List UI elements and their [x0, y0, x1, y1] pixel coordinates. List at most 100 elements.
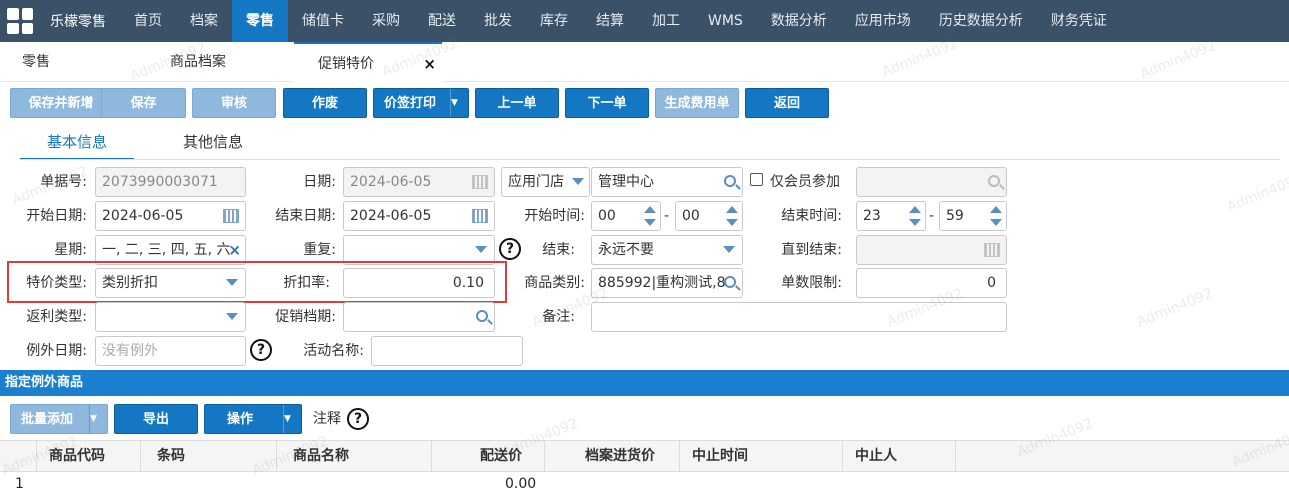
nav-item-archive[interactable]: 档案 [176, 0, 232, 42]
close-icon[interactable]: × [423, 44, 436, 84]
column-stop-time[interactable]: 中止时间 [680, 441, 843, 472]
nav-item-home[interactable]: 首页 [120, 0, 176, 42]
note-label: 注释 [313, 411, 341, 427]
generate-fee-button[interactable]: 生成费用单 [655, 88, 739, 118]
column-product-name[interactable]: 商品名称 [277, 441, 432, 472]
remark-field[interactable] [591, 302, 1007, 332]
back-button[interactable]: 返回 [745, 88, 829, 118]
stepper-icon[interactable] [989, 204, 1003, 228]
member-only-checkbox[interactable] [750, 173, 763, 186]
search-icon[interactable] [476, 310, 488, 322]
column-barcode[interactable]: 条码 [141, 441, 277, 472]
app-grid-icon[interactable] [0, 0, 40, 42]
activity-name-field[interactable] [371, 336, 523, 366]
nav-item-processing[interactable]: 加工 [638, 0, 694, 42]
end-hour-value: 23 [863, 208, 881, 224]
tab-promo-price[interactable]: 促销特价 × [294, 42, 442, 82]
tab-divider [20, 159, 1280, 160]
operate-button[interactable]: 操作 ▼ [204, 404, 302, 434]
stepper-icon[interactable] [908, 204, 922, 228]
price-tag-print-button[interactable]: 价签打印 ▼ [373, 88, 469, 118]
column-product-code[interactable]: 商品代码 [37, 441, 141, 472]
store-field[interactable]: 管理中心 [591, 167, 743, 197]
calendar-icon [984, 243, 1000, 257]
date-value: 2024-06-05 [350, 174, 432, 190]
brand-name: 乐檬零售 [50, 14, 106, 30]
nav-item-settlement[interactable]: 结算 [582, 0, 638, 42]
calendar-icon [472, 175, 488, 189]
time-separator: - [929, 208, 935, 224]
column-delivery-price[interactable]: 配送价 [432, 441, 545, 472]
doc-no-field: 2073990003071 [95, 167, 246, 197]
end-select[interactable]: 永远不要 [591, 235, 743, 265]
page-tabs: 零售 商品档案 促销特价 × [0, 42, 1289, 82]
column-archive-purchase-price[interactable]: 档案进货价 [545, 441, 680, 472]
tab-other-info[interactable]: 其他信息 [160, 128, 266, 160]
stepper-icon[interactable] [725, 204, 739, 228]
tab-retail[interactable]: 零售 [22, 42, 50, 82]
chevron-down-icon [475, 246, 487, 253]
end-label: 结束: [542, 242, 575, 258]
end-date-value: 2024-06-05 [350, 208, 432, 224]
weekday-value: 一, 二, 三, 四, 五, 六 [102, 242, 231, 258]
nav-item-app-market[interactable]: 应用市场 [841, 0, 925, 42]
help-icon[interactable]: ? [499, 238, 521, 260]
nav-item-wholesale[interactable]: 批发 [470, 0, 526, 42]
save-button[interactable]: 保存 [101, 88, 186, 118]
batch-add-button[interactable]: 批量添加 ▼ [10, 404, 108, 434]
tab-product-archive[interactable]: 商品档案 [170, 42, 226, 82]
calendar-icon[interactable] [223, 209, 239, 223]
nav-item-history-analysis[interactable]: 历史数据分析 [925, 0, 1037, 42]
exception-table-header: 商品代码 条码 商品名称 配送价 档案进货价 中止时间 中止人 [0, 440, 1289, 472]
save-and-new-button[interactable]: 保存并新增 [10, 88, 112, 118]
nav-item-stored-value-card[interactable]: 储值卡 [288, 0, 358, 42]
store-scope-select[interactable]: 应用门店 [501, 167, 590, 197]
chevron-down-icon[interactable]: ▼ [450, 89, 468, 117]
audit-button[interactable]: 审核 [192, 88, 276, 118]
order-limit-field[interactable]: 0 [856, 268, 1007, 298]
exception-date-field[interactable]: 没有例外 [95, 336, 246, 366]
next-doc-button[interactable]: 下一单 [565, 88, 649, 118]
end-minute-field[interactable]: 59 [939, 201, 1007, 231]
calendar-icon[interactable] [472, 209, 488, 223]
void-button[interactable]: 作废 [283, 88, 367, 118]
clear-icon[interactable]: × [228, 236, 241, 264]
tab-basic-info[interactable]: 基本信息 [20, 128, 134, 160]
end-date-field[interactable]: 2024-06-05 [343, 201, 495, 231]
exception-section-header: 指定例外商品 [0, 370, 1289, 396]
help-icon[interactable]: ? [347, 408, 369, 430]
nav-item-data-analysis[interactable]: 数据分析 [757, 0, 841, 42]
search-icon[interactable] [724, 276, 736, 288]
start-date-field[interactable]: 2024-06-05 [95, 201, 246, 231]
start-minute-field[interactable]: 00 [675, 201, 743, 231]
chevron-down-icon[interactable]: ▼ [283, 405, 301, 433]
nav-item-inventory[interactable]: 库存 [526, 0, 582, 42]
discount-field[interactable]: 0.10 [343, 268, 495, 298]
top-nav: 乐檬零售 首页 档案 零售 储值卡 采购 配送 批发 库存 结算 加工 WMS … [0, 0, 1289, 42]
stepper-icon[interactable] [643, 204, 657, 228]
column-stopped-by[interactable]: 中止人 [843, 441, 956, 472]
date-label: 日期: [303, 174, 336, 190]
help-icon[interactable]: ? [250, 339, 272, 361]
chevron-down-icon[interactable]: ▼ [89, 405, 107, 433]
prev-doc-button[interactable]: 上一单 [475, 88, 559, 118]
nav-item-finance-voucher[interactable]: 财务凭证 [1037, 0, 1121, 42]
nav-item-purchase[interactable]: 采购 [358, 0, 414, 42]
nav-item-wms[interactable]: WMS [694, 0, 757, 42]
end-select-value: 永远不要 [598, 242, 654, 258]
nav-item-delivery[interactable]: 配送 [414, 0, 470, 42]
special-type-select[interactable]: 类别折扣 [95, 268, 246, 298]
category-field[interactable]: 885992|重构测试,8 [591, 268, 743, 298]
promo-file-field[interactable] [343, 302, 495, 332]
export-button[interactable]: 导出 [114, 404, 198, 434]
start-time-label: 开始时间: [524, 208, 585, 224]
batch-add-label: 批量添加 [21, 412, 74, 427]
row-delivery-price[interactable]: 0.00 [505, 476, 536, 492]
promo-file-label: 促销档期: [275, 309, 336, 325]
search-icon[interactable] [724, 175, 736, 187]
chevron-down-icon [723, 246, 735, 253]
end-hour-field[interactable]: 23 [856, 201, 926, 231]
start-hour-field[interactable]: 00 [591, 201, 661, 231]
rebate-type-select[interactable] [95, 302, 246, 332]
nav-item-retail[interactable]: 零售 [232, 0, 288, 42]
